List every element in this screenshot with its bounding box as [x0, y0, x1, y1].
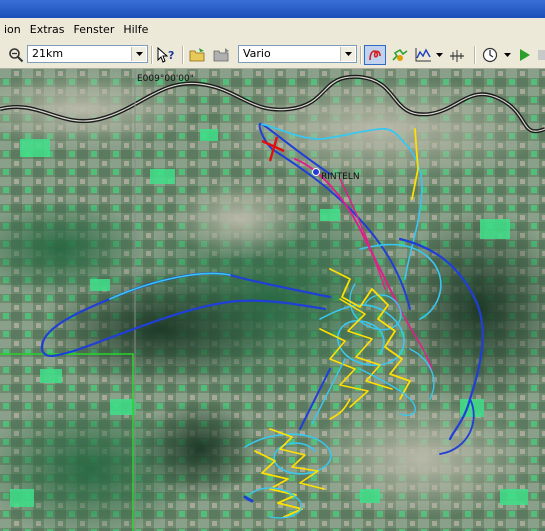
toolbar-separator	[182, 46, 184, 64]
play-icon[interactable]	[516, 45, 534, 65]
satellite-map-view[interactable]: E009°00'00" RINTELN	[0, 69, 545, 531]
svg-text:?: ?	[168, 49, 174, 62]
wind-icon[interactable]	[447, 45, 469, 65]
toolbar-separator	[474, 46, 476, 64]
chevron-down-icon[interactable]	[501, 45, 513, 65]
toolbar-separator	[151, 46, 153, 64]
menu-item-extras[interactable]: Extras	[26, 18, 70, 42]
save-icon[interactable]	[211, 45, 233, 65]
chevron-down-icon[interactable]	[434, 45, 444, 65]
open-folder-icon[interactable]	[187, 45, 209, 65]
zoom-scale-dropdown[interactable]: 21km	[27, 45, 148, 63]
stop-icon[interactable]	[536, 45, 545, 65]
chevron-down-icon[interactable]	[131, 47, 146, 61]
track-color-mode-dropdown[interactable]: Vario	[238, 45, 357, 63]
menu-bar: ion Extras Fenster Hilfe	[0, 18, 545, 43]
town-label: RINTELN	[321, 172, 360, 182]
menu-item-partial[interactable]: ion	[0, 18, 26, 42]
zoom-scale-value: 21km	[32, 47, 64, 60]
toolbar: 21km ? Vario	[0, 42, 545, 69]
menu-item-hilfe[interactable]: Hilfe	[119, 18, 153, 42]
window-titlebar	[0, 0, 545, 18]
thermal-icon[interactable]	[389, 45, 411, 65]
town-marker	[312, 168, 320, 176]
chevron-down-icon[interactable]	[340, 47, 355, 61]
magnifier-zoom-icon[interactable]	[6, 45, 26, 65]
meridian-label: E009°00'00"	[137, 74, 194, 84]
cursor-help-icon[interactable]: ?	[155, 45, 177, 65]
menu-item-fenster[interactable]: Fenster	[70, 18, 120, 42]
track-color-mode-value: Vario	[243, 47, 271, 60]
graph-icon[interactable]	[413, 45, 433, 65]
clock-icon[interactable]	[479, 45, 501, 65]
flight-path-icon[interactable]	[364, 45, 386, 65]
toolbar-separator	[360, 46, 362, 64]
map-canvas[interactable]: E009°00'00" RINTELN	[0, 69, 545, 531]
